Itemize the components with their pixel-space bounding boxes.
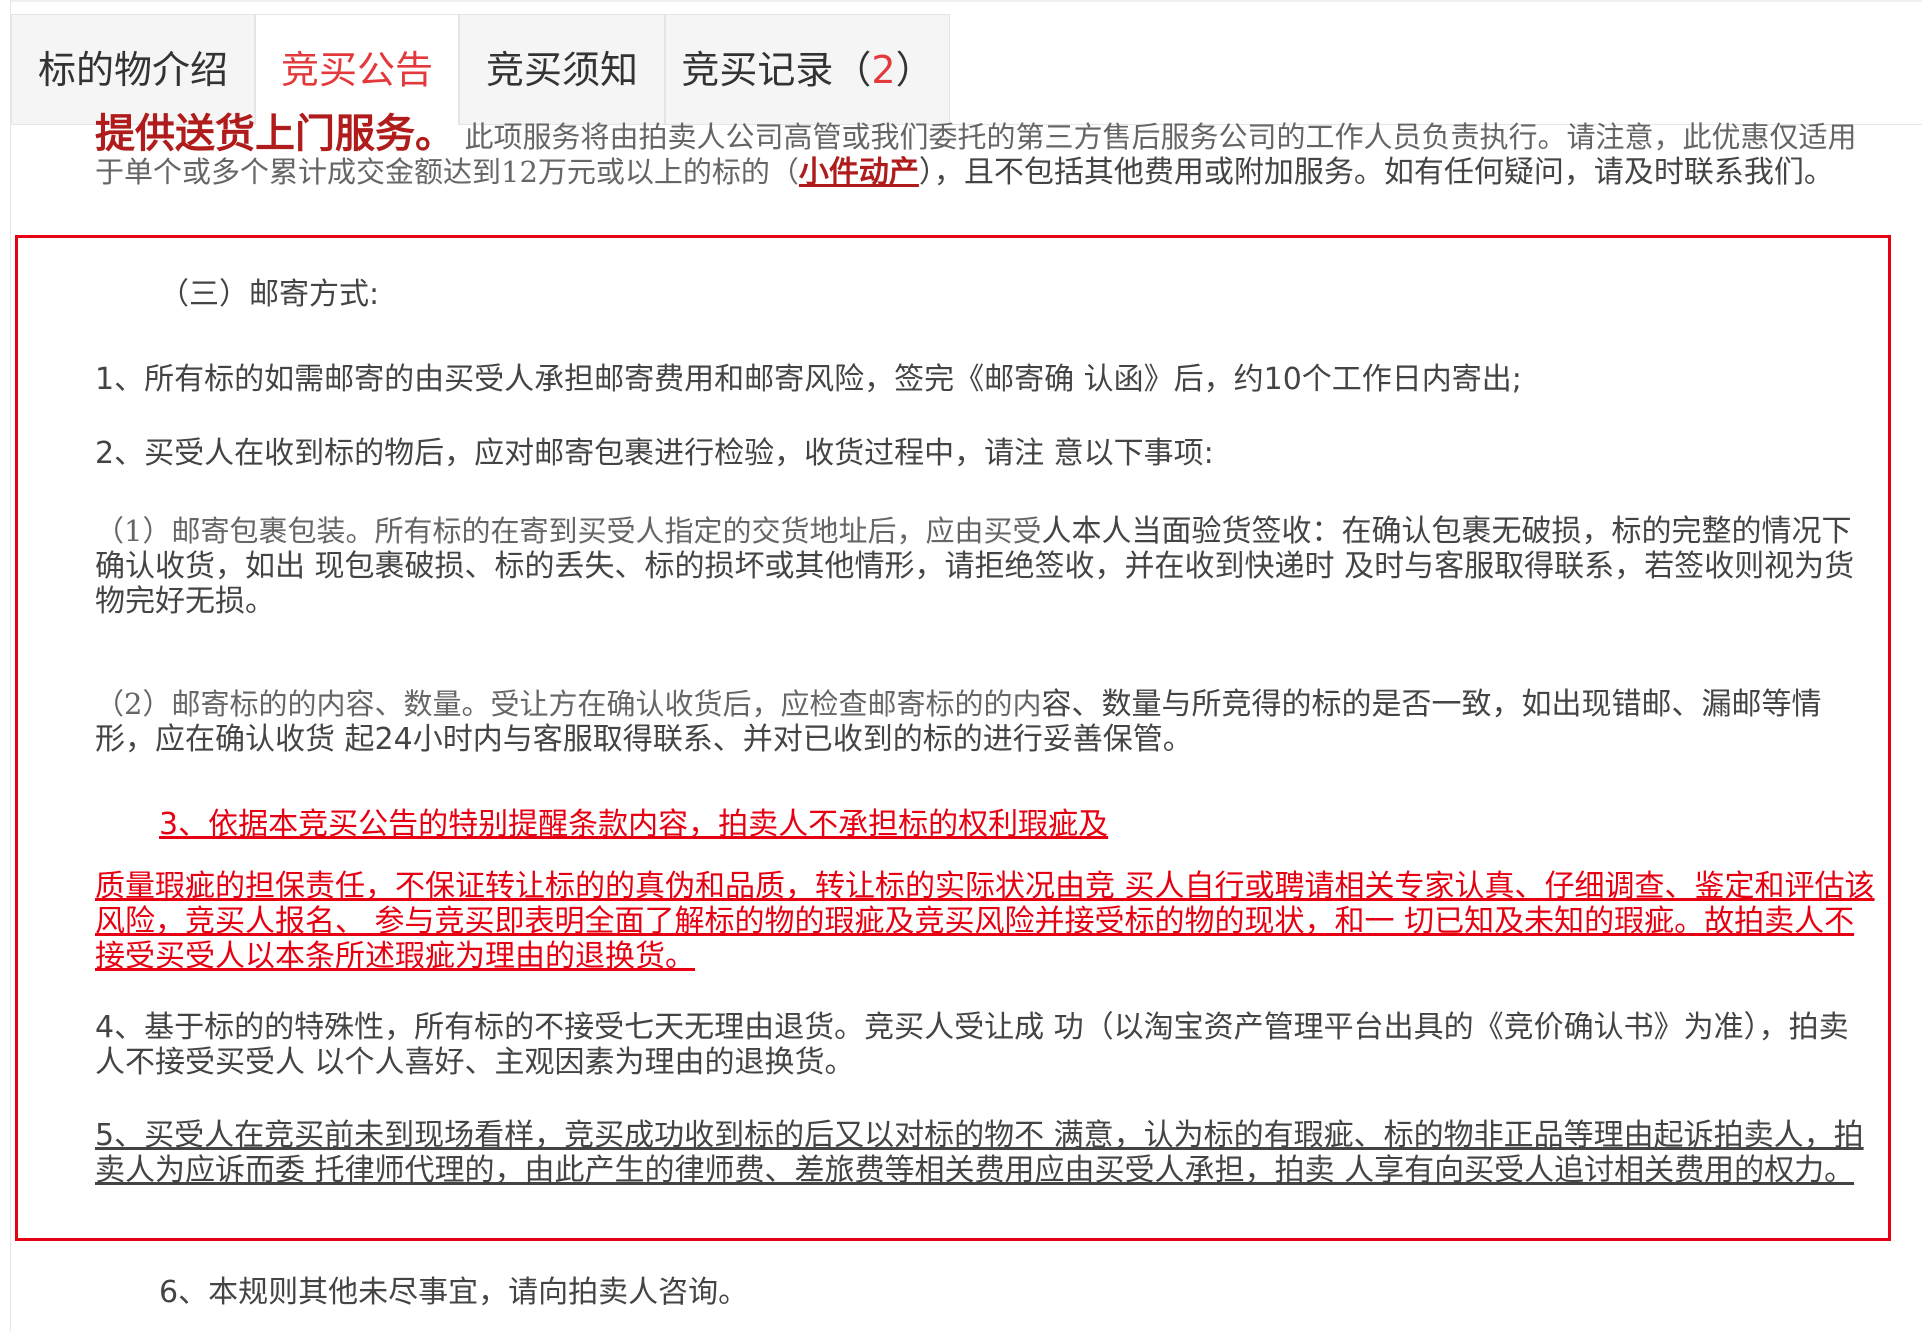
tab-bar: 标的物介绍 竞买公告 竞买须知 竞买记录（2） bbox=[11, 14, 1922, 125]
item-1: 1、所有标的如需邮寄的由买受人承担邮寄费用和邮寄风险，签完《邮寄确 认函》后，约… bbox=[95, 362, 1522, 397]
bid-record-count: 2 bbox=[871, 48, 896, 92]
item-6: 6、本规则其他未尽事宜，请向拍卖人咨询。 bbox=[159, 1275, 749, 1310]
tab-instructions[interactable]: 竞买须知 bbox=[459, 14, 665, 124]
item-3-heading: 3、依据本竞买公告的特别提醒条款内容，拍卖人不承担标的权利瑕疵及 bbox=[159, 807, 1109, 842]
item-2-sub-1: （1）邮寄包裹包装。所有标的在寄到买受人指定的交货地址后，应由买受人本人当面验货… bbox=[95, 514, 1875, 619]
item-4: 4、基于标的的特殊性，所有标的不接受七天无理由退货。竞买人受让成 功（以淘宝资产… bbox=[95, 1010, 1849, 1080]
item-5: 5、买受人在竞买前未到现场看样，竞买成功收到标的后又以对标的物不 满意，认为标的… bbox=[95, 1118, 1864, 1188]
sub-2-lead: （2）邮寄标的的内容、数量。受让方在确认收货后，应检查邮寄标的的内 bbox=[95, 687, 1042, 721]
tab-announcement[interactable]: 竞买公告 bbox=[255, 14, 459, 125]
announcement-content: 提供送货上门服务。 此项服务将由拍卖人公司高管或我们委托的第三方售后服务公司的工… bbox=[11, 114, 1922, 1331]
top-divider bbox=[11, 0, 1922, 2]
page-container: 标的物介绍 竞买公告 竞买须知 竞买记录（2） 提供送货上门服务。 此项服务将由… bbox=[10, 0, 1922, 1331]
sub-1-lead: （1）邮寄包裹包装。所有标的在寄到买受人指定的交货地址后，应由买受 bbox=[95, 514, 1042, 548]
tab-item-intro[interactable]: 标的物介绍 bbox=[11, 14, 255, 124]
intro-text-end: ），且不包括其他费用或附加服务。如有任何疑问，请及时联系我们。 bbox=[918, 155, 1834, 190]
small-item-link[interactable]: 小件动产 bbox=[799, 155, 919, 190]
item-2-sub-2: （2）邮寄标的的内容、数量。受让方在确认收货后，应检查邮寄标的的内容、数量与所竞… bbox=[95, 687, 1875, 757]
item-2: 2、买受人在收到标的物后，应对邮寄包裹进行检验，收货过程中，请注 意以下事项: bbox=[95, 436, 1214, 471]
tab-label: 竞买须知 bbox=[485, 48, 638, 92]
tab-label: 竞买记录（ bbox=[681, 48, 872, 92]
tab-label-suffix: ） bbox=[895, 48, 934, 92]
section-heading: （三）邮寄方式: bbox=[159, 277, 380, 312]
service-headline: 提供送货上门服务。 bbox=[95, 111, 455, 157]
intro-paragraph: 提供送货上门服务。 此项服务将由拍卖人公司高管或我们委托的第三方售后服务公司的工… bbox=[95, 114, 1875, 190]
item-3-body: 质量瑕疵的担保责任，不保证转让标的的真伪和品质，转让标的实际状况由竞 买人自行或… bbox=[95, 869, 1875, 974]
tab-label: 标的物介绍 bbox=[37, 48, 228, 92]
tab-label: 竞买公告 bbox=[280, 48, 433, 92]
tab-bid-records[interactable]: 竞买记录（2） bbox=[665, 14, 950, 124]
